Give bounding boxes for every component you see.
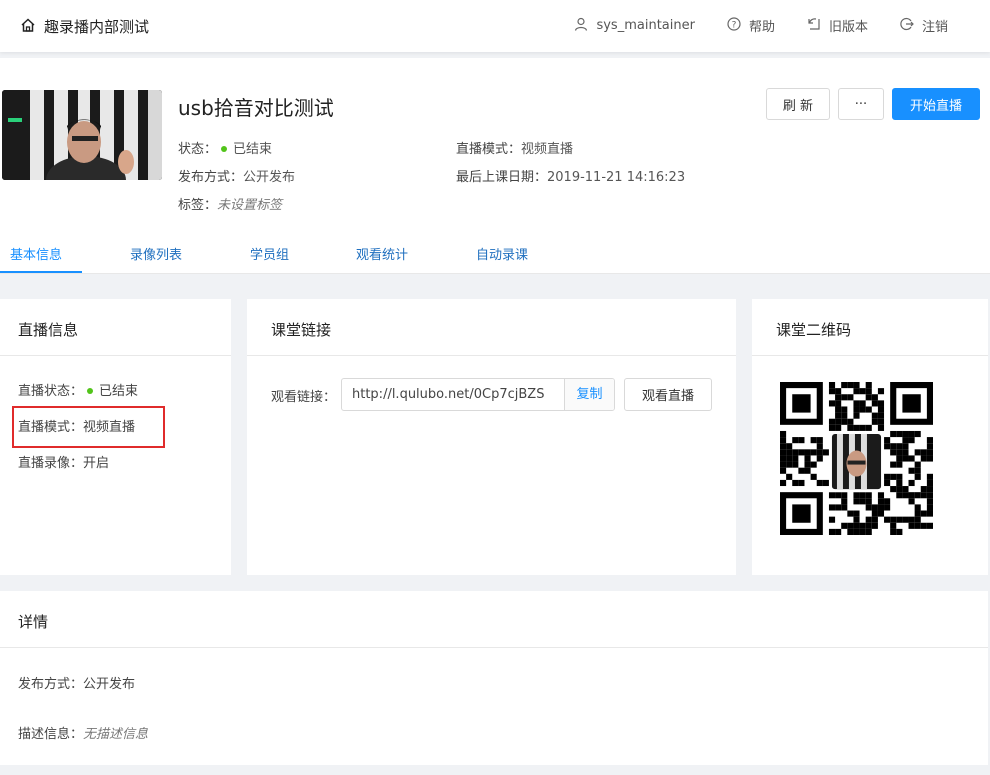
details-publish-value: 公开发布: [83, 677, 136, 692]
details-publish-row: 发布方式：公开发布: [18, 673, 135, 692]
nav-user-label: sys_maintainer: [596, 18, 695, 33]
meta-publish-value: 公开发布: [243, 170, 296, 185]
live-record-row: 直播录像：开启: [18, 452, 109, 471]
tab-student-groups[interactable]: 学员组: [250, 244, 289, 263]
meta-status: 状态： 已结束: [178, 138, 272, 157]
qr-code: [780, 382, 933, 535]
nav-user[interactable]: sys_maintainer: [574, 16, 695, 35]
tab-bar: 基本信息 录像列表 学员组 观看统计 自动录课: [0, 234, 990, 274]
top-nav: sys_maintainer ? 帮助 旧版本 注销: [574, 16, 948, 35]
details-card: 详情 发布方式：公开发布 描述信息：无描述信息: [0, 591, 988, 765]
meta-status-label: 状态：: [178, 142, 218, 157]
brand[interactable]: 趣录播内部测试: [20, 16, 149, 37]
details-head: 详情: [0, 591, 988, 648]
cover-image: [2, 90, 162, 180]
live-info-title: 直播信息: [18, 321, 79, 339]
meta-last-date: 最后上课日期：2019-11-21 14:16:23: [456, 166, 685, 185]
more-button[interactable]: ···: [838, 88, 884, 120]
live-title: usb拾音对比测试: [178, 96, 334, 120]
class-link-card: 课堂链接 观看链接： http://l.qulubo.net/0Cp7cjBZS…: [247, 299, 736, 575]
meta-last-date-value: 2019-11-21 14:16:23: [547, 170, 686, 185]
meta-last-date-label: 最后上课日期：: [456, 170, 548, 185]
meta-tags-label: 标签：: [178, 198, 218, 213]
watch-link-input[interactable]: http://l.qulubo.net/0Cp7cjBZS: [342, 379, 564, 410]
top-bar: 趣录播内部测试 sys_maintainer ? 帮助 旧版本 注销: [0, 0, 990, 52]
nav-help-label: 帮助: [748, 20, 775, 35]
details-publish-label: 发布方式：: [18, 677, 84, 692]
nav-old-version-label: 旧版本: [828, 20, 868, 35]
live-status-row: 直播状态： 已结束: [18, 380, 138, 399]
meta-mode-value: 视频直播: [521, 142, 574, 157]
class-link-title: 课堂链接: [271, 321, 332, 339]
home-icon: [20, 17, 36, 37]
old-version-icon: [807, 17, 821, 35]
details-desc-value: 无描述信息: [83, 727, 149, 742]
nav-logout-label: 注销: [921, 20, 948, 35]
svg-text:?: ?: [732, 20, 737, 30]
live-status-dot-icon: [87, 387, 94, 394]
tab-basic-info[interactable]: 基本信息: [10, 244, 62, 263]
active-tab-indicator: [0, 271, 82, 273]
details-desc-label: 描述信息：: [18, 727, 84, 742]
nav-old-version[interactable]: 旧版本: [807, 16, 868, 35]
watch-live-button[interactable]: 观看直播: [624, 378, 712, 411]
live-record-value: 开启: [83, 456, 110, 471]
refresh-button[interactable]: 刷 新: [766, 88, 830, 120]
start-live-button[interactable]: 开始直播: [892, 88, 980, 120]
qr-title: 课堂二维码: [776, 321, 852, 339]
details-desc-row: 描述信息：无描述信息: [18, 723, 148, 742]
meta-status-value: 已结束: [233, 142, 273, 157]
brand-title: 趣录播内部测试: [44, 18, 150, 36]
nav-help[interactable]: ? 帮助: [727, 16, 775, 35]
copy-link-button[interactable]: 复制: [564, 379, 614, 410]
meta-publish: 发布方式：公开发布: [178, 166, 295, 185]
tab-auto-record[interactable]: 自动录课: [476, 244, 528, 263]
live-header: usb拾音对比测试 状态： 已结束 直播模式：视频直播 发布方式：公开发布 最后上…: [0, 58, 990, 274]
meta-mode: 直播模式：视频直播: [456, 138, 573, 157]
live-info-card: 直播信息 直播状态： 已结束 直播模式：视频直播 直播录像：开启: [0, 299, 231, 575]
status-dot-icon: [221, 145, 228, 152]
live-record-label: 直播录像：: [18, 456, 84, 471]
watch-link-group: http://l.qulubo.net/0Cp7cjBZS 复制: [341, 378, 615, 411]
class-link-head: 课堂链接: [247, 299, 736, 356]
nav-logout[interactable]: 注销: [900, 16, 948, 35]
meta-tags: 标签：未设置标签: [178, 194, 282, 213]
details-title: 详情: [18, 613, 49, 631]
tab-recordings[interactable]: 录像列表: [130, 244, 182, 263]
qr-head: 课堂二维码: [752, 299, 988, 356]
help-icon: ?: [727, 16, 741, 35]
watch-link-label: 观看链接：: [271, 390, 337, 405]
meta-mode-label: 直播模式：: [456, 142, 522, 157]
user-icon: [574, 17, 588, 35]
highlight-annotation: [12, 406, 165, 448]
live-info-head: 直播信息: [0, 299, 231, 356]
live-status-value: 已结束: [99, 384, 139, 399]
meta-tags-value: 未设置标签: [217, 198, 283, 213]
qr-card: 课堂二维码: [752, 299, 988, 575]
tab-view-stats[interactable]: 观看统计: [356, 244, 408, 263]
live-status-label: 直播状态：: [18, 384, 84, 399]
meta-publish-label: 发布方式：: [178, 170, 244, 185]
logout-icon: [900, 17, 914, 35]
